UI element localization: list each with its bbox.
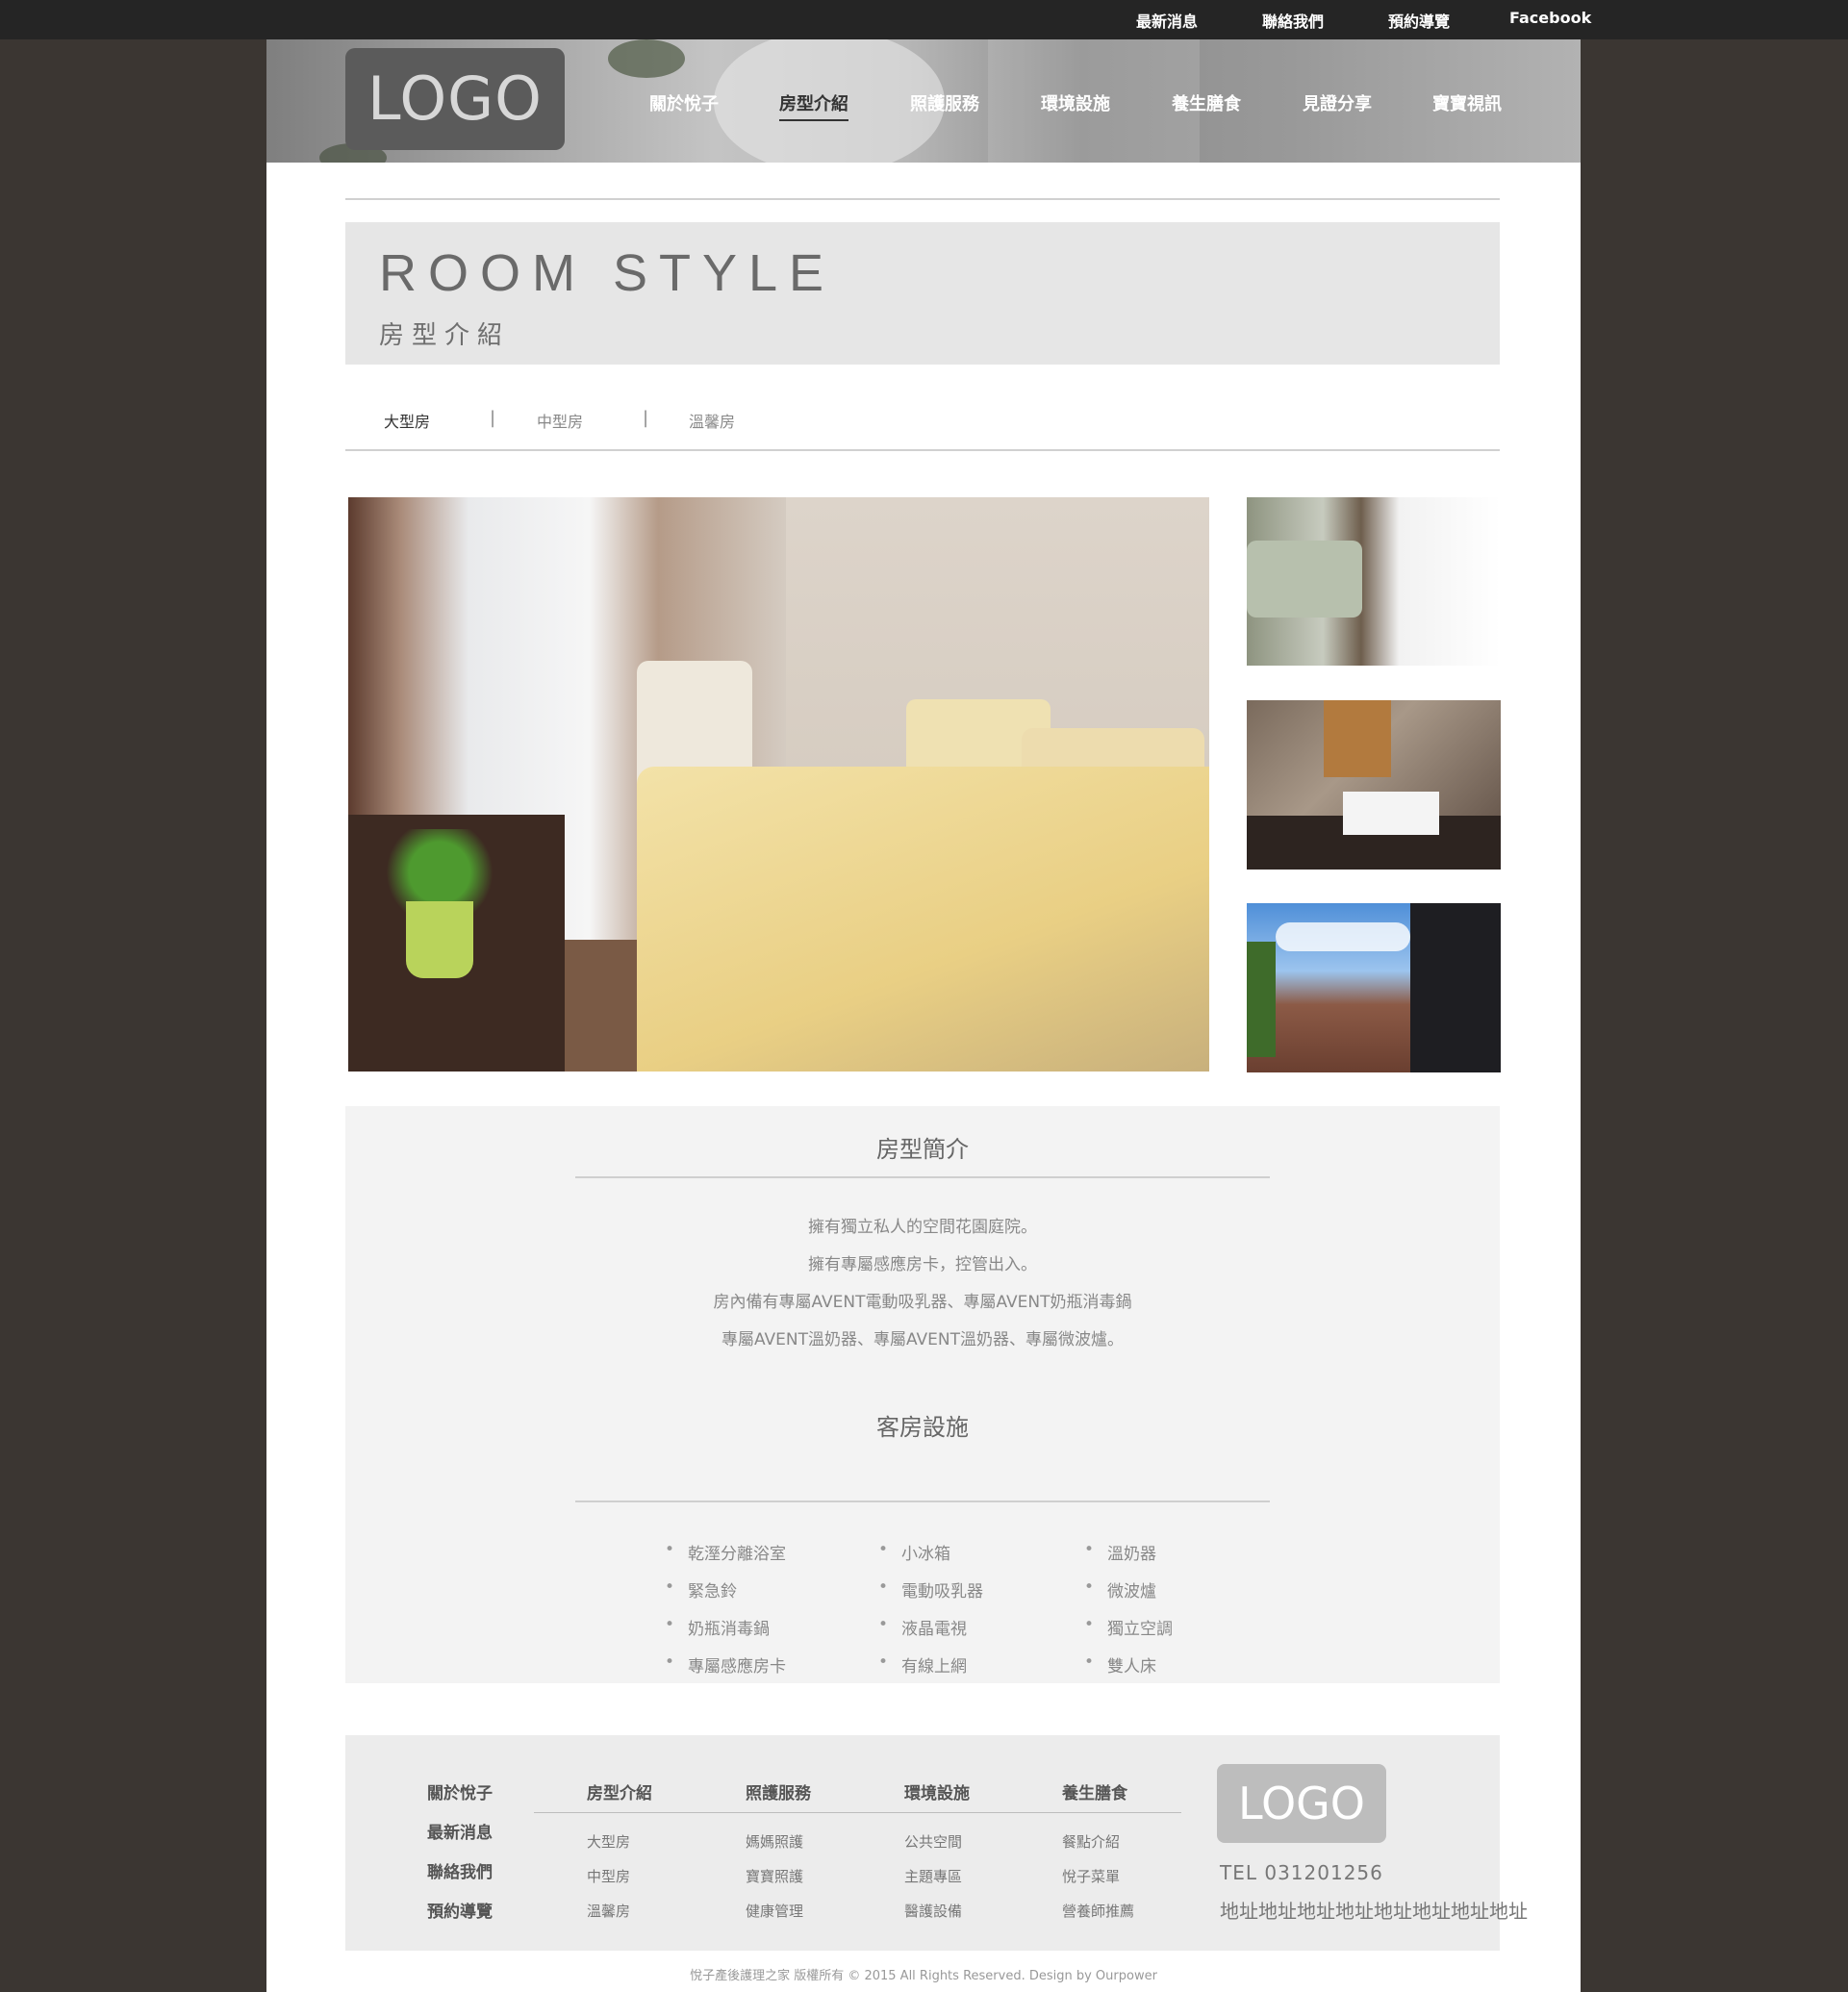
- footer-sub-link[interactable]: 媽媽照護: [746, 1831, 803, 1852]
- intro-rule: [575, 1176, 1270, 1178]
- facilities-rule: [575, 1500, 1270, 1502]
- tab-separator: |: [643, 408, 649, 428]
- nav-rooms[interactable]: 房型介紹: [779, 90, 848, 121]
- facilities-title: 客房設施: [876, 1414, 969, 1441]
- footer-group-title[interactable]: 環境設施: [904, 1779, 970, 1803]
- footer-link-contact[interactable]: 聯絡我們: [427, 1858, 493, 1882]
- tab-large-room[interactable]: 大型房: [384, 409, 430, 432]
- footer-sub-link[interactable]: 公共空間: [904, 1831, 962, 1852]
- facility-item: 液晶電視: [878, 1615, 967, 1639]
- top-link-contact[interactable]: 聯絡我們: [1262, 9, 1324, 32]
- top-link-booking[interactable]: 預約導覽: [1388, 9, 1450, 32]
- thumbnail-bathroom[interactable]: [1247, 700, 1501, 870]
- main-column: LOGO 關於悅子 房型介紹 照護服務 環境設施 養生膳食 見證分享 寶寶視訊 …: [266, 39, 1581, 1992]
- footer-sub-link[interactable]: 溫馨房: [587, 1901, 630, 1921]
- tab-separator: |: [490, 408, 496, 428]
- footer-group-title[interactable]: 房型介紹: [587, 1779, 652, 1803]
- footer-rule: [534, 1812, 1181, 1813]
- thumbnail-pillows[interactable]: [1247, 497, 1501, 666]
- thumbnail-balcony[interactable]: [1247, 903, 1501, 1072]
- site-logo[interactable]: LOGO: [345, 48, 565, 150]
- footer-phone: TEL 031201256: [1220, 1861, 1383, 1884]
- footer-address: 地址地址地址地址地址地址地址地址: [1220, 1900, 1528, 1923]
- nav-testimonials[interactable]: 見證分享: [1303, 90, 1372, 115]
- room-info-panel: 房型簡介 擁有獨立私人的空間花園庭院。 擁有專屬感應房卡，控管出入。 房內備有專…: [345, 1106, 1500, 1683]
- footer-sub-link[interactable]: 悅子菜單: [1062, 1866, 1120, 1886]
- facility-item: 微波爐: [1084, 1577, 1156, 1601]
- footer-group-title[interactable]: 照護服務: [746, 1779, 811, 1803]
- top-bar: 最新消息 聯絡我們 預約導覽 Facebook: [0, 0, 1848, 39]
- facility-item: 有線上網: [878, 1652, 967, 1677]
- facility-item: 獨立空調: [1084, 1615, 1173, 1639]
- footer: 關於悅子 最新消息 聯絡我們 預約導覽 房型介紹 照護服務 環境設施 養生膳食 …: [345, 1735, 1528, 1951]
- intro-line: 專屬AVENT溫奶器、專屬AVENT溫奶器、專屬微波爐。: [721, 1330, 1125, 1349]
- intro-line: 房內備有專屬AVENT電動吸乳器、專屬AVENT奶瓶消毒鍋: [713, 1293, 1132, 1312]
- facility-item: 奶瓶消毒鍋: [665, 1615, 770, 1639]
- intro-line: 擁有專屬感應房卡，控管出入。: [808, 1255, 1037, 1274]
- intro-title: 房型簡介: [876, 1136, 969, 1163]
- banner-plant: [608, 39, 685, 78]
- tab-cozy-room[interactable]: 溫馨房: [689, 409, 735, 432]
- footer-sub-link[interactable]: 中型房: [587, 1866, 630, 1886]
- footer-sub-link[interactable]: 營養師推薦: [1062, 1901, 1134, 1921]
- nav-about[interactable]: 關於悅子: [649, 90, 719, 115]
- footer-sub-link[interactable]: 健康管理: [746, 1901, 803, 1921]
- footer-sub-link[interactable]: 寶寶照護: [746, 1866, 803, 1886]
- facility-item: 小冰箱: [878, 1540, 950, 1564]
- tab-medium-room[interactable]: 中型房: [537, 409, 583, 432]
- intro-line: 擁有獨立私人的空間花園庭院。: [808, 1218, 1037, 1237]
- divider: [345, 198, 1500, 200]
- header-banner: LOGO 關於悅子 房型介紹 照護服務 環境設施 養生膳食 見證分享 寶寶視訊: [266, 39, 1581, 163]
- footer-sub-link[interactable]: 餐點介紹: [1062, 1831, 1120, 1852]
- top-link-facebook[interactable]: Facebook: [1509, 9, 1591, 27]
- nav-care[interactable]: 照護服務: [910, 90, 979, 115]
- page-title-band: ROOM STYLE 房型介紹: [345, 222, 1500, 365]
- nav-meals[interactable]: 養生膳食: [1172, 90, 1241, 115]
- facility-item: 電動吸乳器: [878, 1577, 983, 1601]
- footer-logo[interactable]: LOGO: [1217, 1764, 1386, 1843]
- footer-sub-link[interactable]: 主題專區: [904, 1866, 962, 1886]
- copyright-text: 悅子產後護理之家 版權所有 © 2015 All Rights Reserved…: [690, 1969, 1157, 1983]
- nav-environment[interactable]: 環境設施: [1041, 90, 1110, 115]
- facility-item: 溫奶器: [1084, 1540, 1156, 1564]
- footer-sub-link[interactable]: 醫護設備: [904, 1901, 962, 1921]
- facility-item: 雙人床: [1084, 1652, 1156, 1677]
- footer-link-news[interactable]: 最新消息: [427, 1819, 493, 1843]
- page-title: ROOM STYLE: [379, 244, 836, 302]
- main-room-photo: [348, 497, 1209, 1072]
- footer-link-about[interactable]: 關於悅子: [427, 1779, 493, 1803]
- footer-group-title[interactable]: 養生膳食: [1062, 1779, 1127, 1803]
- nav-baby-video[interactable]: 寶寶視訊: [1432, 90, 1502, 115]
- footer-link-booking[interactable]: 預約導覽: [427, 1898, 493, 1922]
- facility-item: 專屬感應房卡: [665, 1652, 786, 1677]
- divider: [345, 449, 1500, 451]
- facility-item: 緊急鈴: [665, 1577, 737, 1601]
- top-link-news[interactable]: 最新消息: [1136, 9, 1198, 32]
- footer-sub-link[interactable]: 大型房: [587, 1831, 630, 1852]
- facility-item: 乾溼分離浴室: [665, 1540, 786, 1564]
- page-subtitle: 房型介紹: [379, 321, 511, 350]
